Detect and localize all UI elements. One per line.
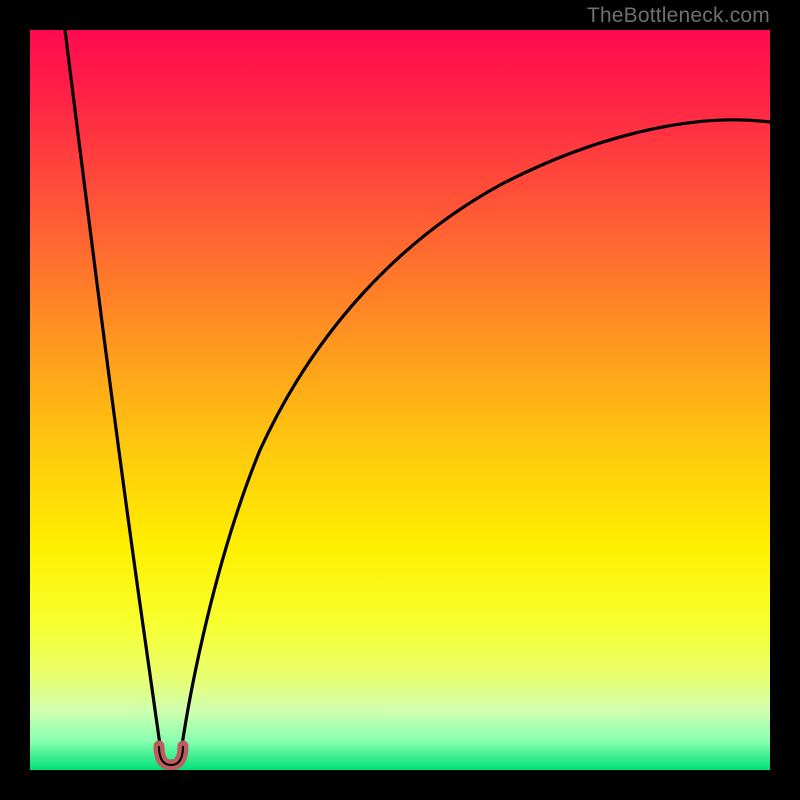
curve-right-branch	[181, 120, 770, 752]
curve-layer	[30, 30, 770, 770]
outer-black-frame: TheBottleneck.com	[0, 0, 800, 800]
curve-left-branch	[65, 30, 161, 752]
bottleneck-curve	[65, 30, 770, 765]
watermark-text: TheBottleneck.com	[587, 4, 770, 28]
plot-area	[30, 30, 770, 770]
